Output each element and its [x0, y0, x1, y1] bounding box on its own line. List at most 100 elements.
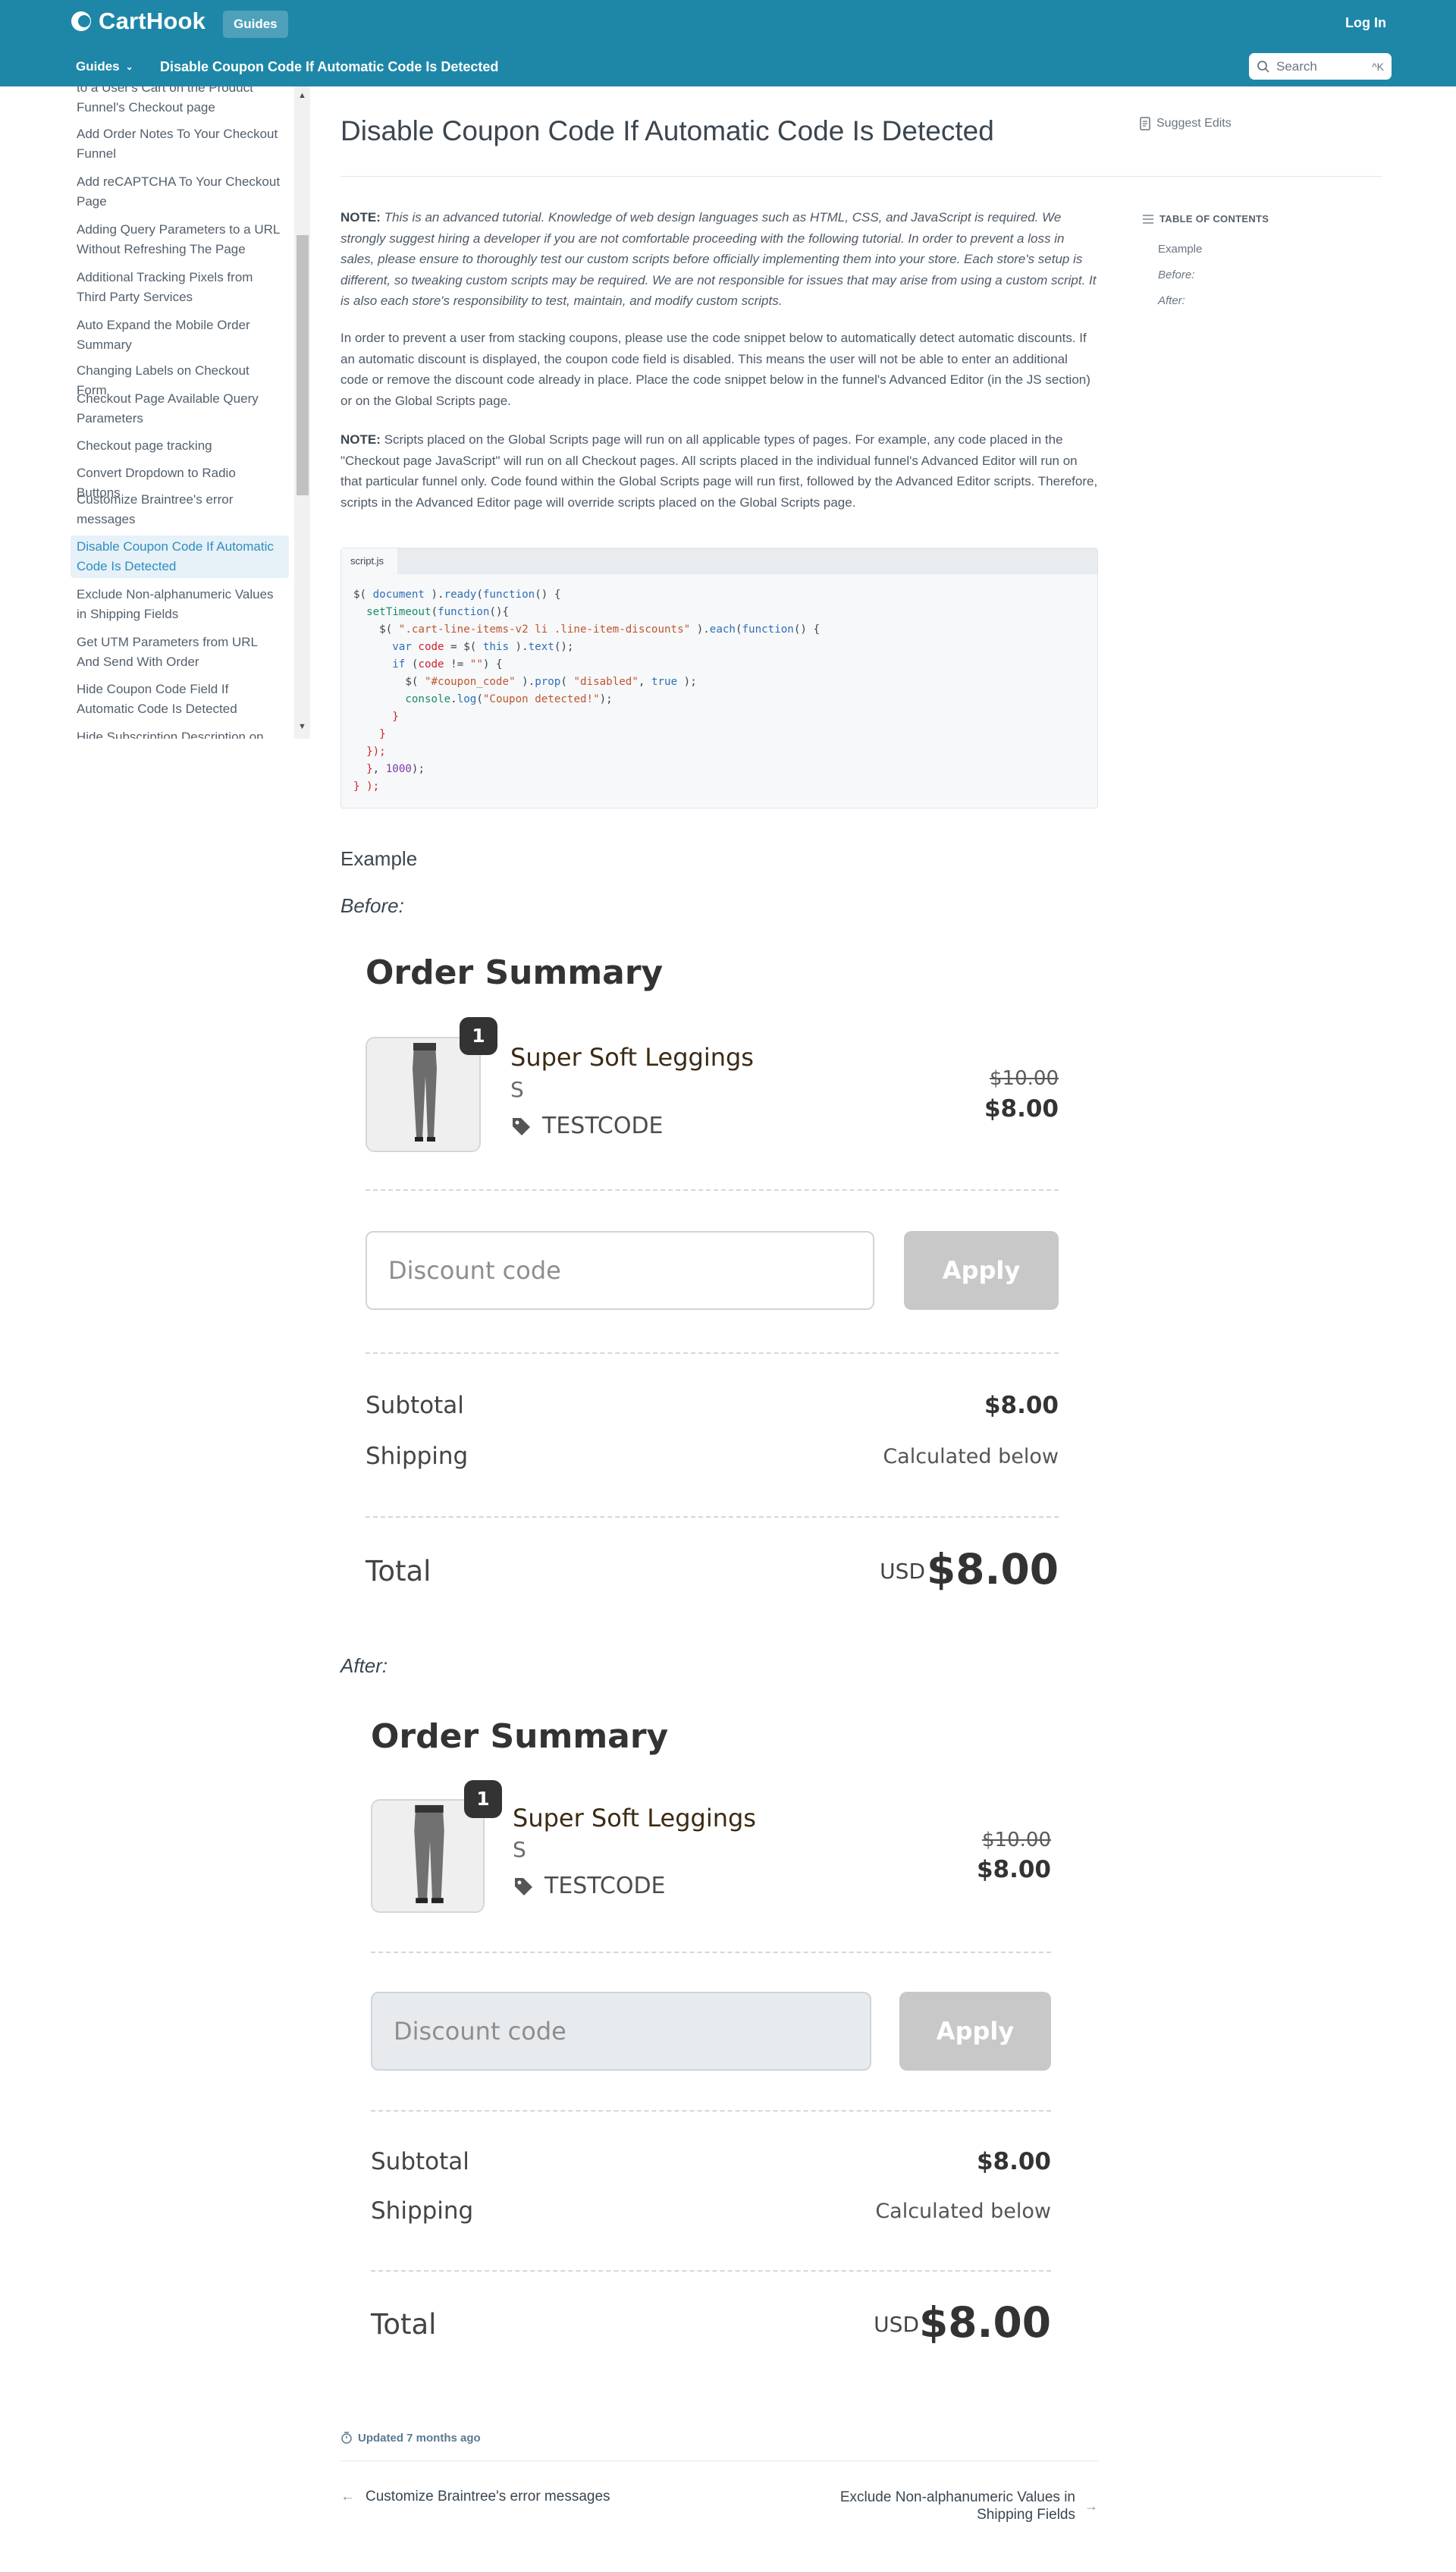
subtotal-label: Subtotal	[366, 1392, 464, 1419]
order-summary-after: Order Summary 1 Super Soft Leggings S TE…	[371, 1717, 1051, 2369]
currency-label: USD	[880, 1559, 925, 1584]
original-price: $10.00	[990, 1067, 1059, 1090]
edit-document-icon	[1140, 117, 1150, 130]
toc-item-example[interactable]: Example	[1158, 243, 1202, 256]
history-icon	[341, 2432, 352, 2444]
before-heading: Before:	[340, 894, 404, 917]
tag-icon	[513, 1117, 530, 1135]
note-text: Scripts placed on the Global Scripts pag…	[340, 432, 1098, 510]
scroll-up-icon[interactable]: ▲	[298, 91, 306, 100]
sidebar-item[interactable]: Additional Tracking Pixels from Third Pa…	[71, 266, 289, 309]
note-text: This is an advanced tutorial. Knowledge …	[340, 210, 1097, 308]
sidebar-scrollbar-thumb[interactable]	[297, 235, 309, 495]
brand-name: CartHook	[99, 8, 206, 34]
top-header: CartHook Guides Log In Guides ⌄ Disable …	[0, 0, 1456, 86]
carthook-logo-icon	[71, 11, 91, 31]
divider	[371, 2270, 1051, 2272]
subtotal-value: $8.00	[984, 1392, 1059, 1419]
carthook-logo[interactable]: CartHook	[70, 8, 206, 35]
advanced-note: NOTE: This is an advanced tutorial. Know…	[340, 207, 1099, 312]
login-link[interactable]: Log In	[1345, 15, 1386, 31]
discount-code-label: TESTCODE	[544, 1873, 666, 1899]
toc-item-after[interactable]: After:	[1158, 294, 1185, 307]
title-divider	[340, 176, 1382, 177]
note-label: NOTE:	[340, 432, 381, 447]
sidebar-item[interactable]: Get UTM Parameters from URL And Send Wit…	[71, 631, 289, 674]
total-label: Total	[371, 2308, 437, 2341]
sidebar-item[interactable]: Customize Braintree's error messages	[71, 488, 289, 531]
code-tab[interactable]: script.js	[341, 548, 397, 574]
code-tab-bar	[341, 548, 1097, 574]
sidebar-item[interactable]: Hide Coupon Code Field If Automatic Code…	[71, 678, 289, 721]
code-content[interactable]: $( document ).ready(function() { setTime…	[353, 586, 820, 796]
code-block: script.js $( document ).ready(function()…	[340, 548, 1098, 809]
next-article-link[interactable]: Exclude Non-alphanumeric Values in Shipp…	[804, 2489, 1098, 2523]
total-value: $8.00	[919, 2298, 1051, 2347]
sidebar-item[interactable]: to a User's Cart on the Product Funnel's…	[71, 86, 289, 119]
search-placeholder: Search	[1276, 58, 1317, 74]
updated-timestamp: Updated 7 months ago	[340, 2431, 481, 2445]
order-summary-before: Order Summary 1 Super Soft Leggings S TE…	[366, 953, 1059, 1606]
total-label: Total	[366, 1555, 431, 1587]
product-variant: S	[510, 1077, 524, 1102]
order-summary-title: Order Summary	[366, 953, 664, 992]
applied-discount: TESTCODE	[513, 1873, 666, 1899]
toc-heading: TABLE OF CONTENTS	[1142, 213, 1269, 225]
leggings-image	[372, 1801, 483, 1911]
sidebar-item[interactable]: Add reCAPTCHA To Your Checkout Page	[71, 171, 289, 213]
divider	[366, 1516, 1059, 1518]
tag-icon	[515, 1877, 532, 1895]
prev-article-title: Customize Braintree's error messages	[366, 2489, 610, 2504]
search-input[interactable]: Search ^K	[1249, 53, 1392, 80]
sidebar-item[interactable]: Checkout page tracking	[71, 435, 289, 457]
sidebar-item[interactable]: Hide Subscription Description on	[71, 726, 289, 739]
updated-text: Updated 7 months ago	[358, 2431, 481, 2445]
product-name: Super Soft Leggings	[510, 1043, 754, 1072]
suggest-edits-label: Suggest Edits	[1156, 117, 1232, 130]
sidebar-item[interactable]: Adding Query Parameters to a URL Without…	[71, 218, 289, 261]
product-thumbnail	[366, 1037, 481, 1152]
sidebar-item[interactable]: Checkout Page Available Query Parameters	[71, 388, 289, 430]
currency-label: USD	[874, 2312, 919, 2337]
arrow-left-icon: ←	[340, 2489, 355, 2504]
sidebar-nav: to a User's Cart on the Product Funnel's…	[64, 86, 292, 739]
discount-code-input-disabled[interactable]: Discount code	[371, 1992, 871, 2071]
discount-code-label: TESTCODE	[542, 1113, 664, 1139]
product-name: Super Soft Leggings	[513, 1804, 756, 1832]
guides-pill[interactable]: Guides	[223, 11, 288, 38]
page-title: Disable Coupon Code If Automatic Code Is…	[340, 115, 994, 146]
example-heading: Example	[340, 847, 418, 870]
scroll-down-icon[interactable]: ▼	[298, 722, 306, 731]
divider	[371, 1952, 1051, 1953]
guides-dropdown[interactable]: Guides ⌄	[76, 59, 133, 74]
sidebar-item[interactable]: Auto Expand the Mobile Order Summary	[71, 314, 289, 356]
suggest-edits-link[interactable]: Suggest Edits	[1140, 117, 1232, 130]
discount-code-input[interactable]: Discount code	[366, 1231, 874, 1310]
product-variant: S	[513, 1837, 526, 1862]
apply-button[interactable]: Apply	[899, 1992, 1051, 2071]
sidebar-item[interactable]: Add Order Notes To Your Checkout Funnel	[71, 123, 289, 165]
toc-item-before[interactable]: Before:	[1158, 269, 1194, 281]
shipping-label: Shipping	[366, 1443, 469, 1470]
discounted-price: $8.00	[984, 1095, 1059, 1123]
order-summary-title: Order Summary	[371, 1717, 669, 1756]
list-icon	[1143, 214, 1153, 224]
sidebar-item[interactable]: Exclude Non-alphanumeric Values in Shipp…	[71, 583, 289, 626]
quantity-badge: 1	[464, 1780, 502, 1818]
total-value: $8.00	[927, 1545, 1059, 1594]
divider	[366, 1189, 1059, 1191]
search-shortcut: ^K	[1372, 60, 1384, 73]
nav-page-title[interactable]: Disable Coupon Code If Automatic Code Is…	[160, 59, 498, 75]
sidebar-item-active[interactable]: Disable Coupon Code If Automatic Code Is…	[71, 535, 289, 578]
quantity-badge: 1	[460, 1017, 497, 1055]
prev-article-link[interactable]: ← Customize Braintree's error messages	[340, 2489, 610, 2505]
leggings-image	[367, 1038, 479, 1151]
apply-button[interactable]: Apply	[904, 1231, 1059, 1310]
note-label: NOTE:	[340, 210, 381, 225]
intro-paragraph: In order to prevent a user from stacking…	[340, 331, 1090, 408]
applied-discount: TESTCODE	[510, 1113, 664, 1139]
shipping-label: Shipping	[371, 2197, 474, 2225]
divider	[371, 2110, 1051, 2112]
guides-dropdown-label: Guides	[76, 59, 120, 74]
after-heading: After:	[340, 1654, 388, 1677]
